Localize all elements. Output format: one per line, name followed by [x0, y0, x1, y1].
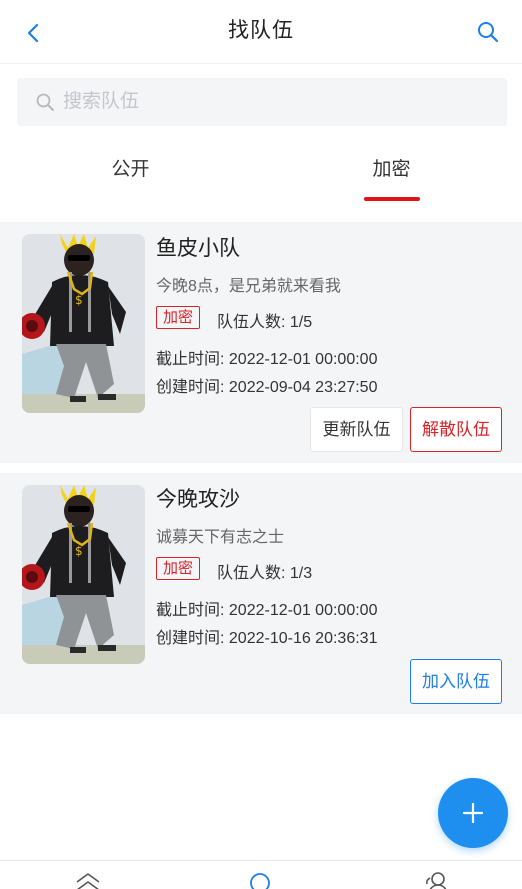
tab-encrypted[interactable]: 加密 — [261, 140, 522, 204]
team-description: 今晚8点，是兄弟就来看我 — [156, 278, 341, 295]
search-input[interactable] — [63, 91, 483, 113]
search-bar — [17, 78, 507, 126]
team-avatar: $ — [22, 234, 145, 413]
dissolve-team-button[interactable]: 解散队伍 — [410, 407, 502, 452]
member-count: 队伍人数: 1/5 — [217, 314, 313, 331]
home-icon — [76, 873, 100, 889]
svg-text:$: $ — [75, 293, 83, 307]
encrypted-badge: 加密 — [156, 306, 201, 329]
back-button[interactable] — [18, 18, 48, 48]
team-card[interactable]: $ 鱼皮小队 今晚8点，是兄弟就来看我 加密 队伍人数: 1/5 截止时间: 2… — [0, 222, 522, 463]
member-count: 队伍人数: 1/3 — [217, 565, 313, 582]
team-icon — [250, 873, 270, 889]
search-icon — [478, 22, 499, 43]
create-team-fab[interactable] — [438, 778, 508, 848]
deadline-time: 截止时间: 2022-12-01 00:00:00 — [156, 602, 378, 619]
team-card[interactable]: $ 今晚攻沙 诚募天下有志之士 加密 队伍人数: 1/3 截止时间: 2022-… — [0, 473, 522, 714]
team-description: 诚募天下有志之士 — [156, 529, 285, 546]
tab-bar: 公开 加密 — [0, 140, 522, 204]
bottom-tab-bar — [0, 860, 522, 889]
created-time: 创建时间: 2022-09-04 23:27:50 — [156, 379, 378, 396]
team-list: $ 鱼皮小队 今晚8点，是兄弟就来看我 加密 队伍人数: 1/5 截止时间: 2… — [0, 222, 522, 862]
update-team-button[interactable]: 更新队伍 — [310, 407, 403, 452]
nav-home[interactable] — [68, 870, 108, 889]
user-icon — [426, 872, 447, 889]
deadline-time: 截止时间: 2022-12-01 00:00:00 — [156, 351, 378, 368]
search-icon — [36, 93, 54, 111]
tab-public[interactable]: 公开 — [0, 140, 261, 204]
chevron-left-icon — [27, 23, 39, 43]
team-avatar: $ — [22, 485, 145, 664]
encrypted-badge: 加密 — [156, 557, 201, 580]
svg-text:$: $ — [75, 544, 83, 558]
team-name: 鱼皮小队 — [156, 237, 240, 260]
top-nav-bar: 找队伍 — [0, 0, 522, 64]
header-search-button[interactable] — [472, 16, 504, 48]
nav-user[interactable] — [415, 870, 455, 889]
nav-team[interactable] — [240, 870, 280, 889]
page-title: 找队伍 — [228, 19, 294, 42]
team-name: 今晚攻沙 — [156, 488, 240, 511]
join-team-button[interactable]: 加入队伍 — [410, 659, 502, 704]
plus-icon — [462, 802, 484, 824]
created-time: 创建时间: 2022-10-16 20:36:31 — [156, 630, 378, 647]
